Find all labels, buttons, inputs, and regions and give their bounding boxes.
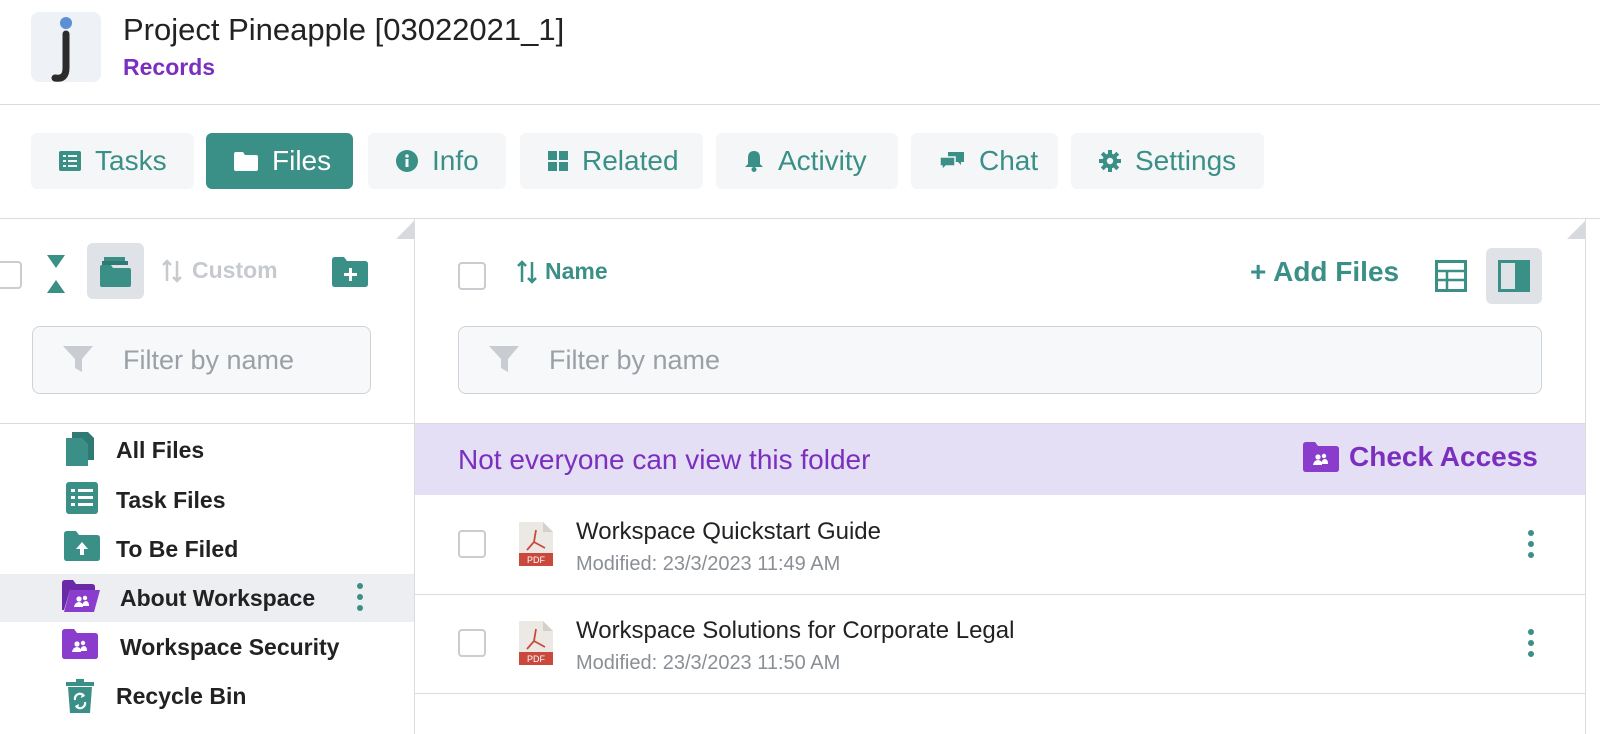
file-modified: Modified: 23/3/2023 11:50 AM [576,652,841,674]
folder-stack-icon [100,257,131,287]
tree-item-workspace-security[interactable]: Workspace Security [0,623,414,671]
select-all-files-checkbox[interactable] [458,262,486,290]
select-all-folders-checkbox[interactable] [0,261,22,289]
banner-text: Not everyone can view this folder [458,444,871,475]
tree-item-label: Workspace Security [120,633,340,660]
pdf-type-label: PDF [527,654,546,664]
tab-label: Related [582,145,679,176]
table-view-icon[interactable] [1435,260,1467,292]
name-sort-button[interactable]: Name [517,258,608,285]
file-filter-input[interactable] [547,343,1417,377]
file-row[interactable]: PDF Workspace Quickstart Guide Modified:… [415,496,1585,595]
file-filter-field[interactable] [458,326,1542,394]
add-files-button[interactable]: + Add Files [1250,256,1399,288]
recycle-bin-icon [66,679,94,713]
folder-more-icon[interactable] [356,583,364,616]
new-folder-icon[interactable] [332,257,368,287]
list-icon [66,482,98,514]
tab-activity[interactable]: Activity [716,133,898,189]
tab-related[interactable]: Related [520,133,703,189]
tree-item-label: All Files [116,436,205,463]
tab-label: Info [432,145,479,176]
list-icon [59,151,81,171]
folder-icon [234,152,258,171]
file-row[interactable]: PDF Workspace Solutions for Corporate Le… [415,595,1585,694]
access-warning-banner: Not everyone can view this folder Check … [415,424,1585,495]
tree-item-label: About Workspace [120,584,316,611]
project-title: Project Pineapple [03022021_1] [123,12,565,47]
filter-icon [489,346,519,372]
folder-filter-input[interactable] [121,343,370,377]
folder-filter-field[interactable] [32,326,371,394]
sort-icon [517,259,537,284]
file-more-icon[interactable] [1527,530,1535,563]
tab-label: Files [272,145,332,176]
file-name[interactable]: Workspace Solutions for Corporate Legal [576,617,1014,645]
tree-item-all-files[interactable]: All Files [0,426,414,474]
check-access-label: Check Access [1349,441,1538,472]
gear-icon [1099,150,1121,172]
tab-tasks[interactable]: Tasks [31,133,194,189]
pdf-file-icon: PDF [519,621,553,665]
tree-item-label: To Be Filed [116,535,239,562]
tab-chat[interactable]: Chat [911,133,1058,189]
file-modified: Modified: 23/3/2023 11:49 AM [576,553,841,575]
name-sort-label: Name [545,258,608,284]
tree-item-to-be-filed[interactable]: To Be Filed [0,525,414,573]
collapse-expand-icon[interactable] [45,255,67,293]
tree-item-recycle-bin[interactable]: Recycle Bin [0,672,414,720]
tree-item-about-workspace[interactable]: About Workspace [0,574,414,622]
preview-pane-button[interactable] [1486,248,1542,304]
grid-icon [548,151,568,171]
filter-icon [63,346,93,372]
folder-panel-divider [0,423,414,424]
pdf-type-label: PDF [527,555,546,565]
bell-icon [745,151,763,172]
tab-files[interactable]: Files [206,133,353,189]
panel-edge [1585,219,1586,734]
logo-icon [51,17,72,82]
file-name[interactable]: Workspace Quickstart Guide [576,518,881,546]
shared-folder-icon [1303,442,1339,472]
file-icon [66,432,94,466]
file-more-icon[interactable] [1527,629,1535,662]
tab-settings[interactable]: Settings [1071,133,1264,189]
app-logo[interactable] [31,12,101,82]
folder-sort-button[interactable]: Custom [162,257,278,284]
tab-label: Tasks [95,145,167,176]
folder-view-button[interactable] [87,243,144,299]
project-subtitle[interactable]: Records [123,54,215,81]
shared-folder-icon [62,629,98,659]
shared-folder-open-icon [62,580,100,612]
pdf-file-icon: PDF [519,522,553,566]
file-checkbox[interactable] [458,530,486,558]
file-checkbox[interactable] [458,629,486,657]
resize-handle[interactable] [396,221,414,239]
tree-item-label: Task Files [116,486,226,513]
preview-pane-icon [1498,260,1530,292]
tab-info[interactable]: Info [368,133,506,189]
sort-icon [162,258,182,283]
resize-handle[interactable] [1567,221,1585,239]
sort-label: Custom [192,257,278,283]
info-icon [396,150,418,172]
check-access-button[interactable]: Check Access [1303,441,1538,473]
header: Project Pineapple [03022021_1] Records [0,0,1600,105]
tree-item-label: Recycle Bin [116,682,247,709]
tree-item-task-files[interactable]: Task Files [0,476,414,524]
folder-upload-icon [64,531,100,561]
tab-label: Activity [778,145,867,176]
tab-label: Settings [1135,145,1237,176]
chat-icon [939,152,964,172]
tab-label: Chat [979,145,1039,176]
